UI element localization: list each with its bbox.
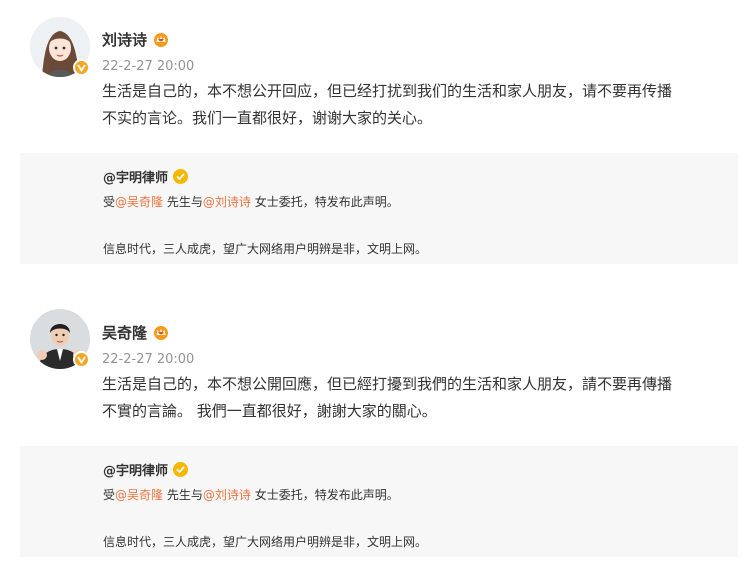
vip-crown-icon	[153, 32, 169, 47]
repost-text: 受@吴奇隆 先生与@刘诗诗 女士委托，特发布此声明。	[103, 193, 399, 210]
post-text: 生活是自己的，本不想公开回应，但已经打扰到我们的生活和家人朋友，请不要再传播 不…	[102, 78, 732, 132]
author-name-text[interactable]: 吴奇隆	[102, 324, 147, 342]
post-text: 生活是自己的，本不想公開回應，但已經打擾到我們的生活和家人朋友，請不要再傳播 不…	[102, 371, 732, 425]
repost-text-segment: 先生与	[163, 195, 203, 209]
repost-text-segment: 先生与	[163, 488, 203, 502]
verified-check-icon	[173, 169, 189, 184]
repost-text-segment: 女士委托，特发布此声明。	[250, 195, 399, 209]
avatar[interactable]	[30, 17, 90, 77]
post-text-line: 不實的言論。 我們一直都很好，謝謝大家的關心。	[102, 402, 437, 420]
verified-badge-icon	[73, 351, 90, 368]
post-text-line: 生活是自己的，本不想公开回应，但已经打扰到我们的生活和家人朋友，请不要再传播	[102, 82, 673, 100]
repost-text-line: 信息时代，三人成虎，望广大网络用户明辨是非，文明上网。	[103, 242, 428, 256]
post-text-line: 不实的言论。我们一直都很好，谢谢大家的关心。	[102, 109, 433, 127]
repost-card[interactable]: @宇明律师 受@吴奇隆 先生与@刘诗诗 女士委托，特发布此声明。 信息时代，三人…	[20, 446, 738, 557]
repost-text-segment: 受	[103, 488, 116, 502]
vip-crown-icon	[153, 325, 169, 340]
mention-link[interactable]: @刘诗诗	[203, 488, 251, 502]
repost-card[interactable]: @宇明律师 受@吴奇隆 先生与@刘诗诗 女士委托，特发布此声明。 信息时代，三人…	[20, 153, 738, 264]
repost-text-line: 信息时代，三人成虎，望广大网络用户明辨是非，文明上网。	[103, 535, 428, 549]
mention-link[interactable]: @吴奇隆	[115, 195, 163, 209]
repost-author[interactable]: @宇明律师	[103, 460, 189, 479]
author-name[interactable]: 吴奇隆	[102, 322, 169, 343]
post-text-line: 生活是自己的，本不想公開回應，但已經打擾到我們的生活和家人朋友，請不要再傳播	[102, 375, 673, 393]
repost-text-segment: 女士委托，特发布此声明。	[250, 488, 399, 502]
repost-author-text[interactable]: @宇明律师	[103, 464, 168, 479]
repost-text-segment: 受	[103, 195, 116, 209]
mention-link[interactable]: @吴奇隆	[115, 488, 163, 502]
verified-check-icon	[173, 462, 189, 477]
post-timestamp[interactable]: 22-2-27 20:00	[102, 352, 194, 367]
mention-link[interactable]: @刘诗诗	[203, 195, 251, 209]
avatar[interactable]	[30, 309, 90, 369]
verified-badge-icon	[73, 59, 90, 76]
author-name-text[interactable]: 刘诗诗	[102, 31, 147, 49]
post-timestamp[interactable]: 22-2-27 20:00	[102, 59, 194, 74]
repost-author-text[interactable]: @宇明律师	[103, 171, 168, 186]
author-name[interactable]: 刘诗诗	[102, 29, 169, 50]
repost-text: 受@吴奇隆 先生与@刘诗诗 女士委托，特发布此声明。	[103, 486, 399, 503]
repost-author[interactable]: @宇明律师	[103, 167, 189, 186]
